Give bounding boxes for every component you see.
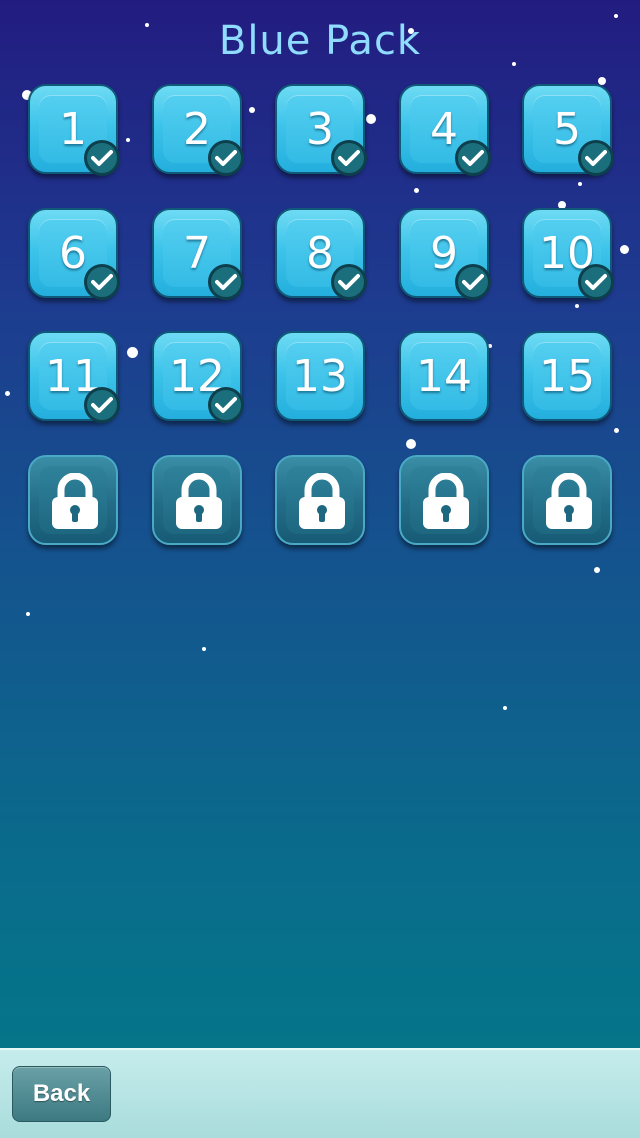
padlock-icon: [420, 472, 472, 529]
checkmark-icon: [208, 264, 244, 300]
checkmark-icon: [331, 264, 367, 300]
checkmark-icon: [84, 264, 120, 300]
checkmark-icon: [84, 140, 120, 176]
level-button-15[interactable]: 15: [522, 331, 612, 421]
checkmark-icon: [84, 387, 120, 423]
locked-level-button[interactable]: [399, 455, 489, 545]
padlock-icon: [543, 472, 595, 529]
padlock-icon: [296, 472, 348, 529]
level-number: 13: [292, 350, 348, 402]
level-button-10[interactable]: 10: [522, 208, 614, 300]
checkmark-icon: [331, 140, 367, 176]
level-button-7[interactable]: 7: [152, 208, 244, 300]
level-button-11[interactable]: 11: [28, 331, 120, 423]
level-button-14[interactable]: 14: [399, 331, 489, 421]
checkmark-icon: [208, 140, 244, 176]
bottom-toolbar: Back: [0, 1048, 640, 1138]
level-button-13[interactable]: 13: [275, 331, 365, 421]
level-button-9[interactable]: 9: [399, 208, 491, 300]
level-button-1[interactable]: 1: [28, 84, 120, 176]
level-number: 15: [539, 350, 595, 402]
padlock-icon: [49, 472, 101, 529]
checkmark-icon: [578, 140, 614, 176]
level-button-2[interactable]: 2: [152, 84, 244, 176]
locked-level-button[interactable]: [28, 455, 118, 545]
checkmark-icon: [455, 264, 491, 300]
locked-level-button[interactable]: [275, 455, 365, 545]
padlock-icon: [173, 472, 225, 529]
level-button-4[interactable]: 4: [399, 84, 491, 176]
checkmark-icon: [578, 264, 614, 300]
locked-level-button[interactable]: [522, 455, 612, 545]
level-number: 14: [416, 350, 472, 402]
level-button-12[interactable]: 12: [152, 331, 244, 423]
checkmark-icon: [208, 387, 244, 423]
back-button[interactable]: Back: [12, 1066, 111, 1122]
level-button-8[interactable]: 8: [275, 208, 367, 300]
level-grid: 1 2 3 4 5 6 7 8 9 10 11 12 13 14 15: [28, 84, 618, 554]
checkmark-icon: [455, 140, 491, 176]
page-title: Blue Pack: [218, 18, 422, 64]
level-button-6[interactable]: 6: [28, 208, 120, 300]
level-button-3[interactable]: 3: [275, 84, 367, 176]
level-button-5[interactable]: 5: [522, 84, 614, 176]
locked-level-button[interactable]: [152, 455, 242, 545]
